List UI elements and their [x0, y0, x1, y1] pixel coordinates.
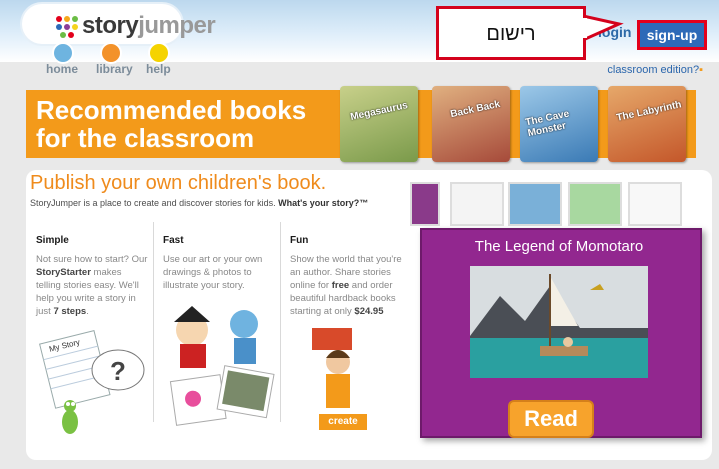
column-heading: Fast	[163, 235, 184, 246]
column-heading: Fun	[290, 235, 309, 246]
read-button[interactable]: Read	[508, 400, 594, 438]
fast-illustration	[169, 306, 275, 426]
book-page-thumbnail[interactable]	[628, 182, 682, 226]
nav-library-dot-icon[interactable]	[100, 42, 122, 64]
book-cave-monster[interactable]: The Cave Monster	[520, 86, 598, 162]
book-page-thumbnail[interactable]	[568, 182, 622, 226]
book-page-thumbnail[interactable]	[508, 182, 562, 226]
storystarter-illustration: My Story ?	[39, 329, 145, 434]
book-megasaurus[interactable]: Megasaurus	[340, 86, 418, 162]
nav-help-dot-icon[interactable]	[148, 42, 170, 64]
kid-reading-illustration	[312, 328, 352, 408]
logo[interactable]: storyjumper	[22, 4, 216, 44]
callout-pointer	[583, 14, 624, 42]
nav-home[interactable]: home	[46, 62, 78, 76]
book-page-thumbnail[interactable]	[450, 182, 504, 226]
logo-text: storyjumper	[82, 12, 216, 39]
nav-library[interactable]: library	[96, 62, 133, 76]
column-divider	[153, 222, 154, 422]
signup-button[interactable]: sign-up	[637, 20, 707, 50]
book-page-thumbnail[interactable]	[410, 182, 440, 226]
book-labyrinth[interactable]: The Labyrinth	[608, 86, 686, 162]
featured-book-title: The Legend of Momotaro	[474, 238, 644, 255]
column-divider	[280, 222, 281, 422]
column-simple: Simple Not sure how to start? Our StoryS…	[36, 235, 148, 317]
publish-title: Publish your own children's book.	[30, 172, 327, 194]
publish-subtitle: StoryJumper is a place to create and dis…	[30, 198, 369, 208]
book-back-back[interactable]: Back Back	[432, 86, 510, 162]
signup-callout: רישום	[436, 6, 586, 60]
nav-home-dot-icon[interactable]	[52, 42, 74, 64]
app-root: storyjumper home library help login sign…	[0, 0, 719, 469]
featured-book-illustration	[470, 266, 648, 378]
create-button[interactable]: create	[319, 414, 367, 430]
classroom-edition-link[interactable]: classroom edition?▪	[607, 64, 703, 76]
nav-help[interactable]: help	[146, 62, 171, 76]
logo-dots-icon	[56, 16, 78, 38]
column-heading: Simple	[36, 235, 69, 246]
banner-title: Recommended books for the classroom	[36, 95, 307, 153]
column-fast: Fast Use our art or your own drawings & …	[163, 234, 275, 292]
column-fun: Fun Show the world that you're an author…	[290, 235, 402, 317]
svg-text:?: ?	[110, 356, 126, 386]
